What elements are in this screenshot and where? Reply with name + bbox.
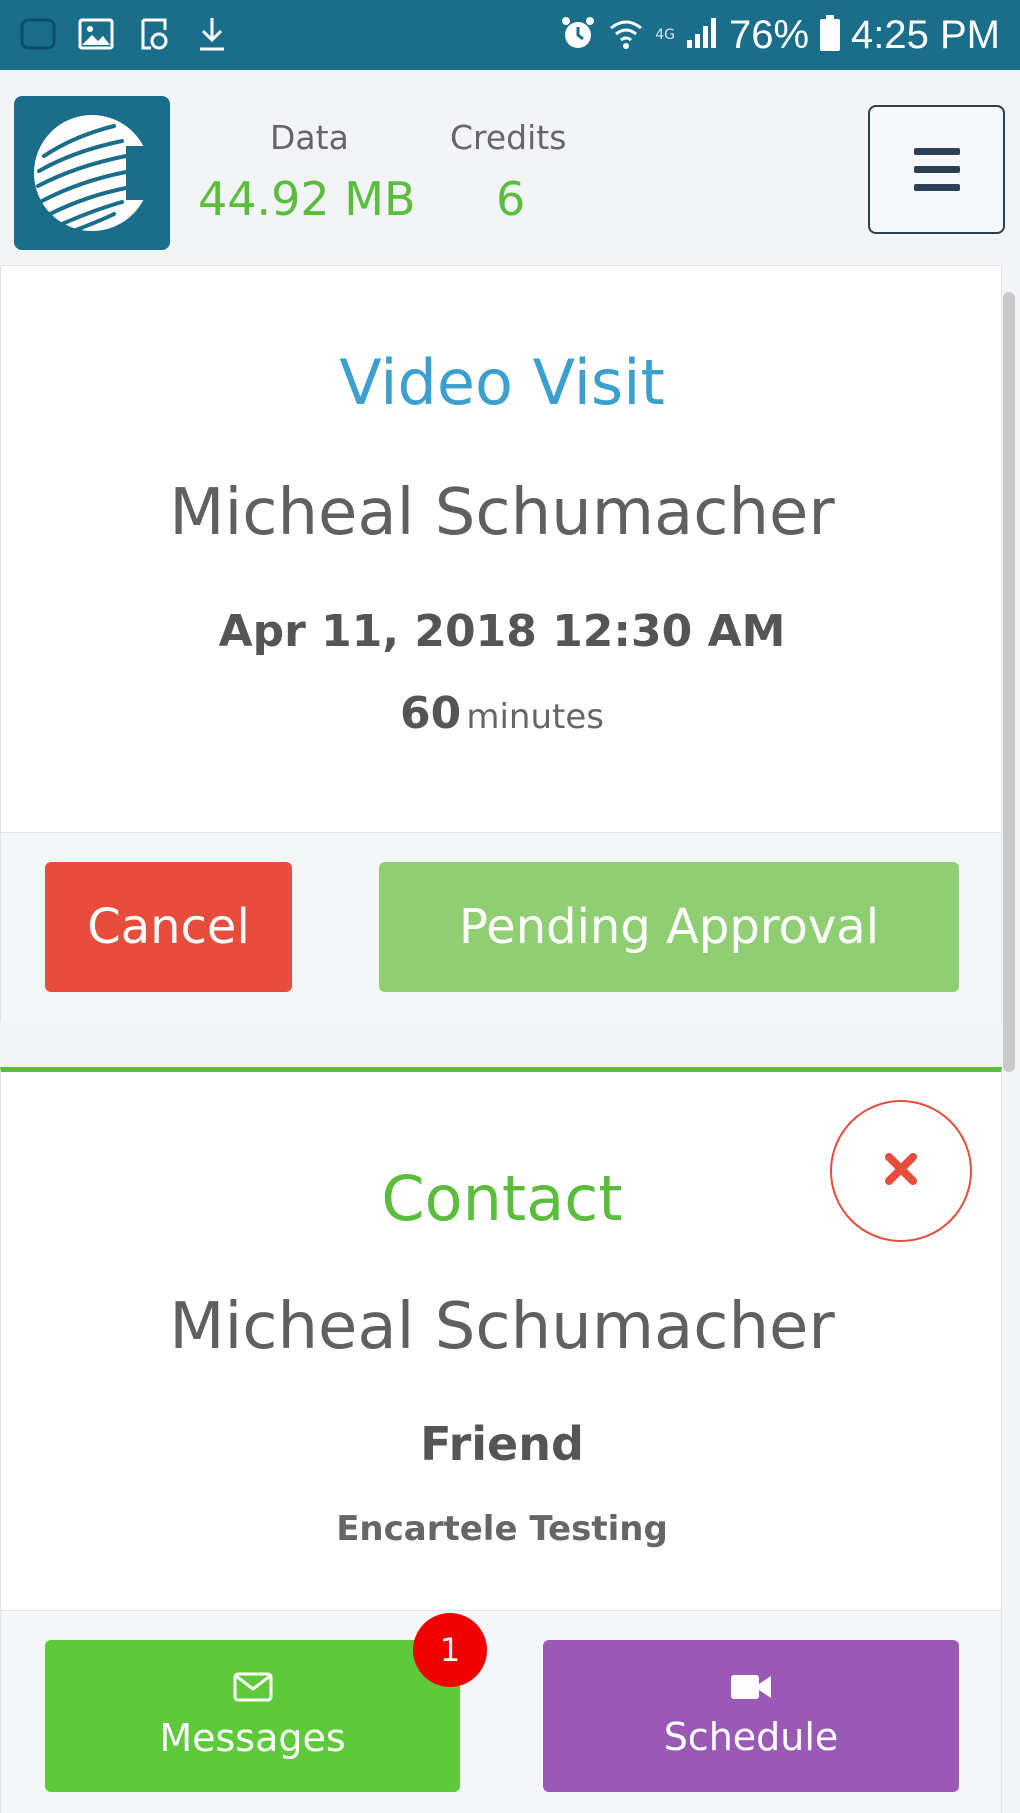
app-header: Data 44.92 MB Credits 6 (0, 70, 1020, 265)
hamburger-icon (913, 148, 960, 191)
credits-label: Credits (450, 118, 567, 157)
notification-icon (18, 14, 58, 54)
contact-organization: Encartele Testing (336, 1509, 668, 1549)
pending-approval-button[interactable]: Pending Approval (379, 862, 959, 992)
download-icon (192, 14, 232, 54)
contact-relationship: Friend (420, 1417, 584, 1471)
video-camera-icon (730, 1673, 772, 1705)
data-label: Data (270, 118, 349, 157)
status-bar: 4G 76% 4:25 PM (0, 0, 1020, 70)
envelope-icon (233, 1672, 273, 1706)
app-logo[interactable] (14, 96, 170, 250)
visit-datetime: Apr 11, 2018 12:30 AM (218, 606, 786, 657)
visit-contact-name: Micheal Schumacher (169, 476, 835, 550)
contact-card-footer: Messages 1 Schedule (1, 1610, 1001, 1813)
close-icon (883, 1151, 919, 1191)
wifi-icon (607, 14, 645, 56)
duration-value: 60 (400, 688, 462, 739)
contact-name: Micheal Schumacher (169, 1290, 835, 1364)
sync-icon (134, 14, 174, 54)
remove-contact-button[interactable] (830, 1100, 972, 1242)
schedule-button[interactable]: Schedule (543, 1640, 959, 1792)
messages-button[interactable]: Messages (45, 1640, 460, 1792)
battery-icon (819, 14, 841, 56)
duration-unit: minutes (466, 697, 604, 737)
network-type: 4G (655, 27, 675, 43)
video-visit-card: Video Visit Micheal Schumacher Apr 11, 2… (0, 265, 1002, 1022)
clock: 4:25 PM (851, 12, 1000, 57)
visit-card-footer: Cancel Pending Approval (1, 832, 1001, 1022)
image-icon (76, 14, 116, 54)
visit-title: Video Visit (339, 346, 665, 419)
messages-badge: 1 (413, 1613, 487, 1687)
visit-duration: 60 minutes (1, 688, 1003, 739)
signal-icon (685, 16, 719, 54)
scrollbar[interactable] (1003, 292, 1015, 1072)
data-value: 44.92 MB (198, 172, 416, 226)
cancel-button[interactable]: Cancel (45, 862, 292, 992)
credits-value: 6 (496, 172, 526, 226)
alarm-icon (559, 14, 597, 56)
messages-label: Messages (159, 1716, 346, 1760)
menu-button[interactable] (868, 105, 1005, 234)
schedule-label: Schedule (663, 1715, 839, 1759)
battery-percent: 76% (728, 12, 810, 57)
